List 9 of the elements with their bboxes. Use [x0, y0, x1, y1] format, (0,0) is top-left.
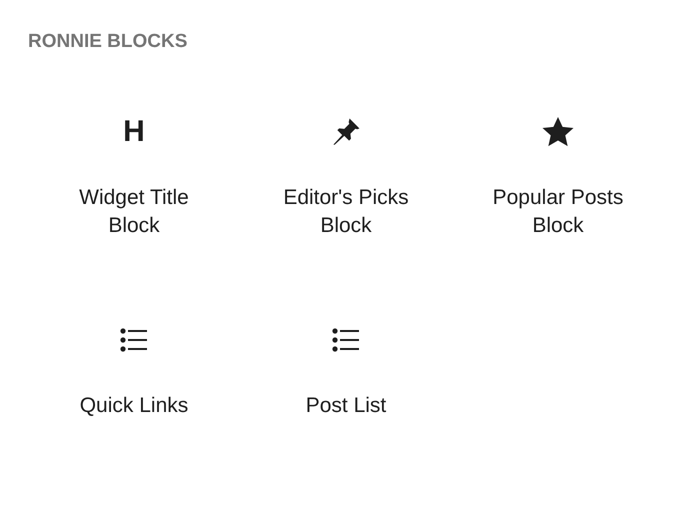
- heading-icon: H: [123, 115, 145, 149]
- category-title: RONNIE BLOCKS: [28, 30, 188, 54]
- block-item[interactable]: Post List: [240, 322, 452, 510]
- list-icon: [332, 328, 360, 352]
- block-item[interactable]: Popular Posts Block: [452, 114, 664, 322]
- block-item[interactable]: Editor's Picks Block: [240, 114, 452, 322]
- block-item[interactable]: Quick Links: [28, 322, 240, 510]
- block-item[interactable]: H Widget Title Block: [28, 114, 240, 322]
- list-icon: [120, 328, 148, 352]
